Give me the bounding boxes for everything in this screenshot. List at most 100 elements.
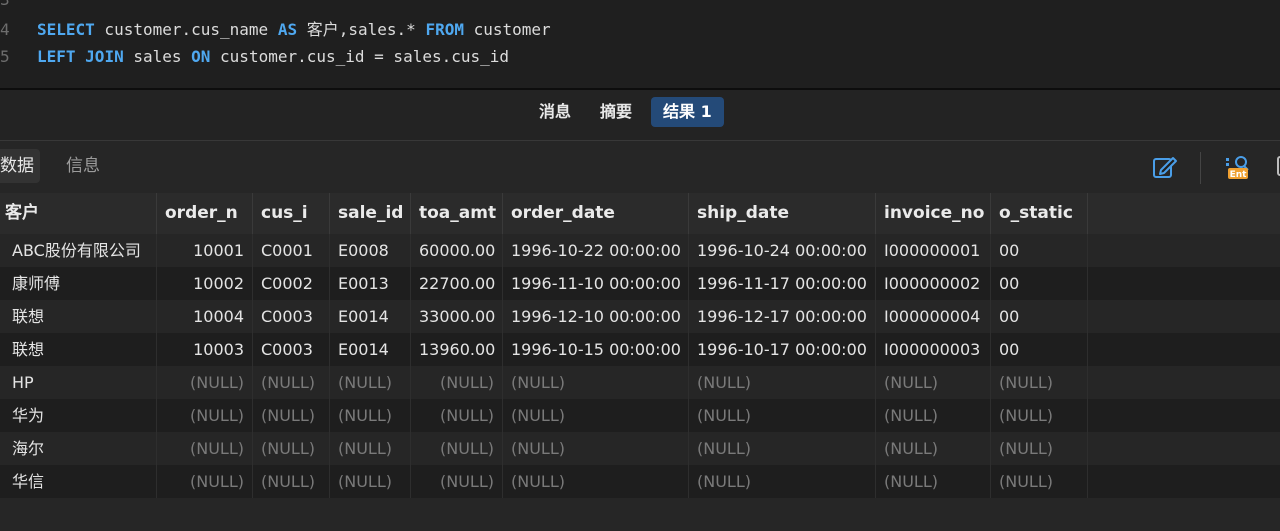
table-cell[interactable]: (NULL) (689, 399, 876, 432)
table-cell[interactable]: E0014 (330, 300, 411, 333)
column-header[interactable]: ship_date (689, 193, 876, 234)
table-cell[interactable]: (NULL) (157, 399, 253, 432)
table-cell[interactable]: (NULL) (991, 465, 1088, 498)
table-cell[interactable]: (NULL) (503, 432, 689, 465)
code-line[interactable]: 5 LEFT JOIN sales ON customer.cus_id = sa… (0, 44, 1280, 70)
table-cell[interactable]: E0013 (330, 267, 411, 300)
tab-summary[interactable]: 摘要 (588, 97, 644, 127)
table-row[interactable]: 联想 10004 C0003 E0014 33000.00 1996-12-10 00:0… (0, 300, 1280, 333)
table-cell[interactable]: 海尔 (0, 432, 157, 465)
ent-search-icon[interactable]: Ent (1224, 154, 1252, 180)
table-cell[interactable]: (NULL) (411, 432, 503, 465)
table-cell[interactable]: 10003 (157, 333, 253, 366)
table-cell[interactable]: 00 (991, 234, 1088, 267)
table-cell[interactable]: 1996-10-22 00:00:00 (503, 234, 689, 267)
table-cell[interactable]: 1996-11-10 00:00:00 (503, 267, 689, 300)
table-cell[interactable]: (NULL) (157, 366, 253, 399)
table-cell[interactable]: E0014 (330, 333, 411, 366)
table-cell[interactable]: 1996-10-17 00:00:00 (689, 333, 876, 366)
table-cell[interactable]: (NULL) (330, 465, 411, 498)
table-cell[interactable]: I000000002 (876, 267, 991, 300)
column-header[interactable]: 客户 (0, 193, 157, 234)
table-cell[interactable]: (NULL) (503, 366, 689, 399)
table-cell[interactable]: I000000001 (876, 234, 991, 267)
table-cell[interactable]: (NULL) (991, 432, 1088, 465)
result-grid[interactable]: 客户 order_n cus_i sale_id toa_amt order_date sh… (0, 193, 1280, 531)
column-header[interactable]: toa_amt (411, 193, 503, 234)
tab-data[interactable]: 数据 (0, 149, 40, 183)
table-cell[interactable]: (NULL) (689, 465, 876, 498)
pencil-edit-icon[interactable] (1152, 154, 1178, 180)
table-row[interactable]: 海尔 (NULL) (NULL) (NULL) (NULL) (NULL) (NULL) (N… (0, 432, 1280, 465)
table-cell[interactable]: (NULL) (876, 366, 991, 399)
column-header[interactable]: o_static (991, 193, 1088, 234)
table-cell[interactable]: (NULL) (991, 366, 1088, 399)
table-cell[interactable]: 1996-10-15 00:00:00 (503, 333, 689, 366)
table-cell[interactable]: (NULL) (253, 465, 330, 498)
table-cell[interactable]: (NULL) (253, 366, 330, 399)
column-header[interactable]: order_date (503, 193, 689, 234)
table-cell[interactable]: 00 (991, 267, 1088, 300)
table-cell[interactable]: (NULL) (991, 399, 1088, 432)
table-cell[interactable]: 联想 (0, 333, 157, 366)
table-cell[interactable]: 1996-11-17 00:00:00 (689, 267, 876, 300)
table-cell[interactable]: (NULL) (411, 366, 503, 399)
table-row[interactable]: 华信 (NULL) (NULL) (NULL) (NULL) (NULL) (NULL) (N… (0, 465, 1280, 498)
table-cell[interactable]: (NULL) (411, 399, 503, 432)
table-cell[interactable]: (NULL) (330, 366, 411, 399)
table-row[interactable]: 华为 (NULL) (NULL) (NULL) (NULL) (NULL) (NULL) (N… (0, 399, 1280, 432)
table-cell[interactable]: 10001 (157, 234, 253, 267)
table-cell[interactable]: 60000.00 (411, 234, 503, 267)
table-cell[interactable]: I000000003 (876, 333, 991, 366)
table-cell[interactable]: (NULL) (157, 465, 253, 498)
table-cell[interactable]: (NULL) (253, 399, 330, 432)
column-header[interactable]: invoice_no (876, 193, 991, 234)
tab-messages[interactable]: 消息 (527, 97, 583, 127)
table-cell[interactable]: 33000.00 (411, 300, 503, 333)
table-cell[interactable]: 1996-10-24 00:00:00 (689, 234, 876, 267)
tab-info[interactable]: 信息 (66, 149, 100, 183)
table-cell[interactable]: 00 (991, 300, 1088, 333)
code-line[interactable]: 4 SELECT customer.cus_name AS 客户,sales.* … (0, 17, 1280, 43)
table-cell[interactable]: (NULL) (411, 465, 503, 498)
table-cell[interactable]: 康师傅 (0, 267, 157, 300)
table-cell[interactable]: 1996-12-10 00:00:00 (503, 300, 689, 333)
table-cell[interactable]: (NULL) (689, 366, 876, 399)
table-cell[interactable]: (NULL) (503, 465, 689, 498)
table-row[interactable]: 康师傅 10002 C0002 E0013 22700.00 1996-11-10 00:… (0, 267, 1280, 300)
table-cell[interactable]: C0001 (253, 234, 330, 267)
table-cell[interactable]: 华为 (0, 399, 157, 432)
table-cell[interactable]: 13960.00 (411, 333, 503, 366)
table-cell[interactable]: E0008 (330, 234, 411, 267)
table-cell[interactable]: (NULL) (157, 432, 253, 465)
table-row[interactable]: 联想 10003 C0003 E0014 13960.00 1996-10-15 00:0… (0, 333, 1280, 366)
table-cell[interactable]: 1996-12-17 00:00:00 (689, 300, 876, 333)
table-cell[interactable]: 00 (991, 333, 1088, 366)
table-cell[interactable]: 10002 (157, 267, 253, 300)
table-cell[interactable]: C0003 (253, 333, 330, 366)
tab-result-1[interactable]: 结果 1 (651, 97, 724, 127)
table-row[interactable]: ABC股份有限公司 10001 C0001 E0008 60000.00 1996-10-… (0, 234, 1280, 267)
table-cell[interactable]: HP (0, 366, 157, 399)
panel-toggle-icon[interactable] (1276, 154, 1280, 180)
table-cell[interactable]: C0003 (253, 300, 330, 333)
sql-editor[interactable]: 3 4 SELECT customer.cus_name AS 客户,sales.*… (0, 0, 1280, 88)
column-header[interactable]: order_n (157, 193, 253, 234)
table-cell[interactable]: (NULL) (689, 432, 876, 465)
column-header[interactable]: sale_id (330, 193, 411, 234)
table-cell[interactable]: 22700.00 (411, 267, 503, 300)
code-line[interactable]: 3 (0, 0, 1280, 13)
table-cell[interactable]: I000000004 (876, 300, 991, 333)
table-cell[interactable]: (NULL) (876, 399, 991, 432)
table-cell[interactable]: (NULL) (330, 432, 411, 465)
table-cell[interactable]: (NULL) (503, 399, 689, 432)
table-cell[interactable]: (NULL) (876, 465, 991, 498)
table-row[interactable]: HP (NULL) (NULL) (NULL) (NULL) (NULL) (NULL) (N… (0, 366, 1280, 399)
table-cell[interactable]: (NULL) (330, 399, 411, 432)
table-cell[interactable]: 华信 (0, 465, 157, 498)
table-cell[interactable]: (NULL) (876, 432, 991, 465)
table-cell[interactable]: 10004 (157, 300, 253, 333)
table-cell[interactable]: 联想 (0, 300, 157, 333)
table-cell[interactable]: C0002 (253, 267, 330, 300)
table-cell[interactable]: (NULL) (253, 432, 330, 465)
